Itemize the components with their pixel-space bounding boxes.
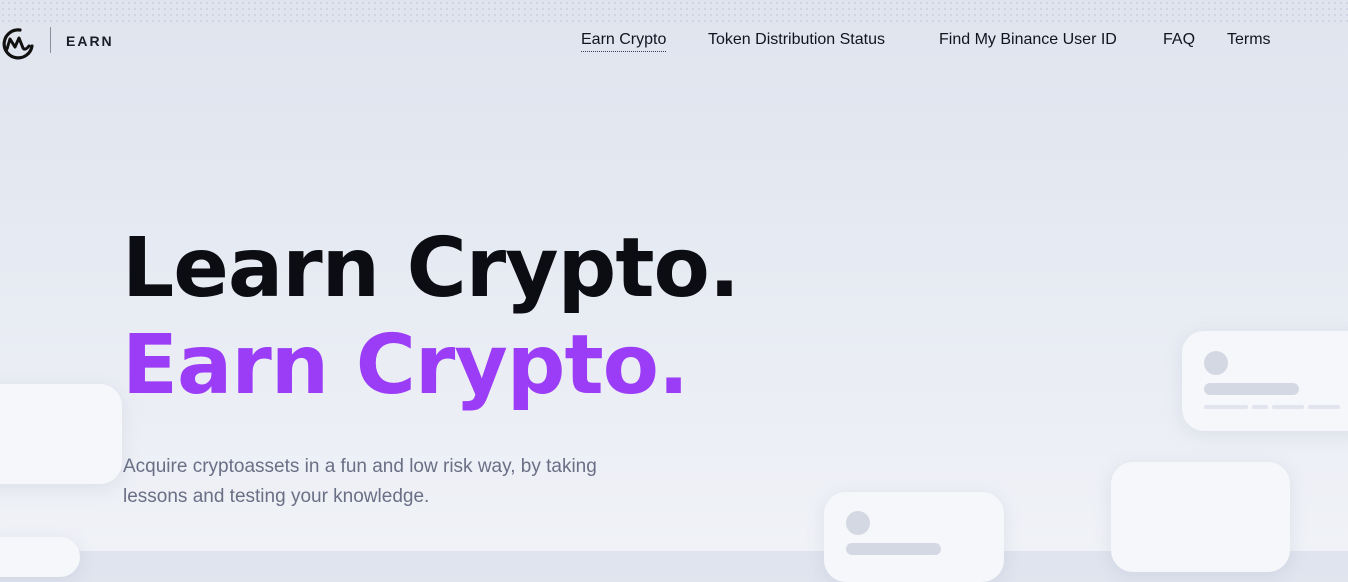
decorative-card-right-top	[1182, 331, 1348, 431]
placeholder-line	[1204, 405, 1248, 409]
hero-subtitle: Acquire cryptoassets in a fun and low ri…	[123, 456, 597, 507]
decorative-card-center	[824, 492, 1004, 582]
placeholder-line	[1272, 405, 1304, 409]
hero-title-line2: Earn Crypto.	[122, 318, 689, 413]
hero-title-line1: Learn Crypto.	[122, 221, 740, 316]
placeholder-line	[1252, 405, 1268, 409]
placeholder-avatar	[846, 511, 870, 535]
decorative-card-left-bottom	[0, 537, 80, 577]
decorative-card-right-bottom	[1111, 462, 1290, 572]
nav-terms[interactable]: Terms	[1227, 31, 1271, 49]
nav-faq[interactable]: FAQ	[1163, 31, 1195, 49]
nav-earn-crypto[interactable]: Earn Crypto	[581, 31, 667, 52]
placeholder-line	[1308, 405, 1340, 409]
decorative-card-left	[0, 384, 122, 484]
placeholder-avatar	[1204, 351, 1228, 375]
placeholder-bar	[1204, 383, 1299, 395]
site-header: EARN Earn Crypto Token Distribution Stat…	[0, 0, 1348, 80]
nav-token-distribution-status[interactable]: Token Distribution Status	[708, 31, 885, 49]
main-nav: Earn Crypto Token Distribution Status Fi…	[0, 31, 1348, 52]
placeholder-bar	[846, 543, 941, 555]
nav-find-binance-user-id[interactable]: Find My Binance User ID	[939, 31, 1117, 49]
